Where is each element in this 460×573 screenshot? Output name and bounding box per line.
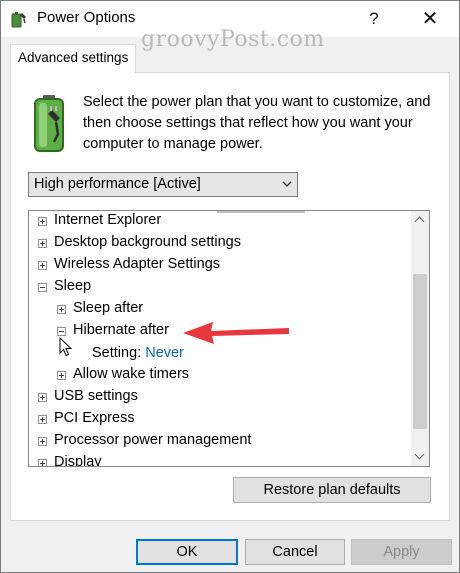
tab-advanced-settings[interactable]: Advanced settings bbox=[10, 44, 136, 73]
tree-item-label: Allow wake timers bbox=[73, 366, 190, 382]
expand-plus-icon[interactable] bbox=[57, 305, 66, 314]
watermark: groovyPost.com bbox=[141, 27, 325, 52]
apply-button[interactable]: Apply bbox=[351, 539, 452, 565]
tree-item-label: Processor power management bbox=[54, 432, 252, 448]
tree-scrollbar[interactable] bbox=[411, 211, 429, 466]
power-options-app-icon bbox=[11, 12, 26, 28]
battery-power-icon bbox=[34, 95, 64, 152]
collapse-minus-icon[interactable] bbox=[57, 327, 66, 336]
expand-plus-icon[interactable] bbox=[38, 393, 47, 402]
tree-item-label: Hibernate after bbox=[73, 322, 169, 338]
scroll-up-arrow-icon[interactable] bbox=[411, 211, 429, 229]
expand-plus-icon[interactable] bbox=[38, 261, 47, 270]
expand-plus-icon[interactable] bbox=[57, 371, 66, 380]
tree-item-label: Sleep bbox=[54, 278, 92, 294]
tree-item-label: Display bbox=[54, 454, 102, 467]
tree-item-label: Sleep after bbox=[73, 300, 144, 316]
restore-plan-defaults-button[interactable]: Restore plan defaults bbox=[233, 477, 431, 503]
tab-advanced-settings-label: Advanced settings bbox=[18, 50, 129, 65]
expand-plus-icon[interactable] bbox=[38, 217, 47, 226]
window-title: Power Options bbox=[37, 9, 136, 26]
setting-label: Setting: bbox=[92, 345, 142, 361]
cancel-button[interactable]: Cancel bbox=[245, 539, 345, 565]
expand-plus-icon[interactable] bbox=[38, 239, 47, 248]
chevron-down-icon bbox=[282, 181, 292, 187]
power-plan-select-value: High performance [Active] bbox=[34, 176, 201, 192]
close-button[interactable]: ✕ bbox=[407, 1, 453, 37]
expand-plus-icon[interactable] bbox=[38, 415, 47, 424]
tree-item-label: Internet Explorer bbox=[54, 212, 162, 228]
expand-plus-icon[interactable] bbox=[38, 437, 47, 446]
mouse-pointer-icon bbox=[59, 337, 73, 357]
expand-plus-icon[interactable] bbox=[38, 459, 47, 466]
tree-top-divider bbox=[217, 211, 305, 213]
tree-item-label: Desktop background settings bbox=[54, 234, 241, 250]
annotation-arrow-icon bbox=[183, 322, 289, 344]
power-options-window: Power Options ? ✕ groovyPost.com Advance… bbox=[0, 0, 460, 573]
help-button[interactable]: ? bbox=[351, 1, 397, 37]
tree-item-label: PCI Express bbox=[54, 410, 135, 426]
setting-value-link[interactable]: Never bbox=[145, 345, 184, 361]
description-text: Select the power plan that you want to c… bbox=[83, 94, 431, 152]
power-plan-select[interactable]: High performance [Active] bbox=[28, 172, 298, 197]
collapse-minus-icon[interactable] bbox=[38, 283, 47, 292]
ok-button[interactable]: OK bbox=[136, 539, 238, 565]
scroll-thumb[interactable] bbox=[413, 274, 427, 429]
tree-item-label: USB settings bbox=[54, 388, 138, 404]
hibernate-setting-row: Setting: Never bbox=[92, 345, 184, 361]
scroll-down-arrow-icon[interactable] bbox=[411, 448, 429, 466]
tree-item-label: Wireless Adapter Settings bbox=[54, 256, 221, 272]
